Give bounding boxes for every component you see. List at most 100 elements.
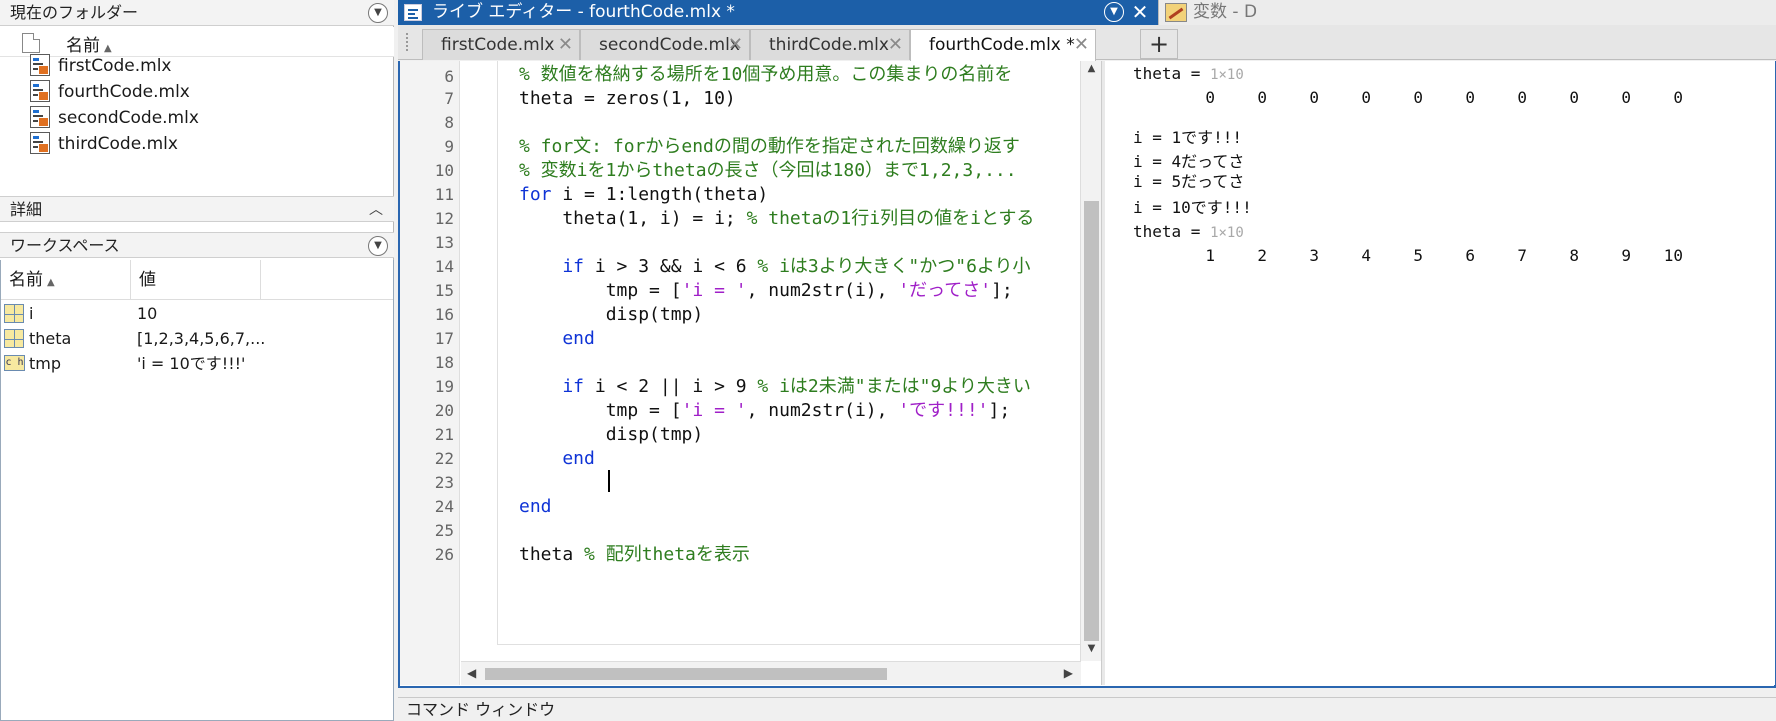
line-number: 21 — [434, 425, 454, 444]
file-item[interactable]: fourthCode.mlx — [30, 80, 190, 104]
command-window-title: コマンド ウィンドウ — [406, 700, 556, 719]
workspace-value-column[interactable]: 値 — [131, 260, 261, 300]
add-tab-button[interactable]: + — [1140, 29, 1178, 59]
code-line-15[interactable]: tmp = ['i = ', num2str(i), 'だってさ']; — [519, 277, 1013, 304]
scrollbar-thumb[interactable] — [1084, 201, 1099, 641]
file-item[interactable]: thirdCode.mlx — [30, 132, 178, 156]
tab-thirdcode[interactable]: thirdCode.mlx ✕ — [750, 29, 910, 60]
matrix-icon — [4, 304, 24, 323]
tab-fourthcode[interactable]: fourthCode.mlx * ✕ — [910, 29, 1096, 61]
sort-ascending-icon: ▲ — [47, 277, 55, 288]
close-tab-icon[interactable]: ✕ — [558, 30, 573, 60]
line-number: 9 — [444, 137, 454, 156]
window-actions-icon[interactable]: ▼ — [1104, 2, 1124, 22]
variables-title: 変数 - D — [1193, 2, 1258, 22]
live-editor-titlebar[interactable]: ライブ エディター - fourthCode.mlx * — [398, 0, 1158, 25]
code-line-20[interactable]: tmp = ['i = ', num2str(i), 'です!!!']; — [519, 397, 1011, 424]
workspace-row[interactable]: i 10 — [1, 301, 393, 326]
code-line-17[interactable]: end — [519, 325, 595, 352]
variable-name: theta — [29, 329, 72, 348]
workspace-row[interactable]: c h tmp 'i = 10です!!!' — [1, 351, 393, 376]
line-number: 24 — [434, 497, 454, 516]
live-editor-icon — [404, 4, 422, 21]
close-tab-icon[interactable]: ✕ — [888, 30, 903, 60]
live-script-icon — [30, 106, 50, 128]
code-line-6[interactable]: % 数値を格納する場所を10個予め用意。この集まりの名前を — [519, 61, 1012, 88]
scrollbar-thumb[interactable] — [485, 668, 887, 680]
code-line-14[interactable]: if i > 3 && i < 6 % iは3より大きく"かつ"6より小 — [519, 253, 1030, 280]
line-number: 23 — [434, 473, 454, 492]
command-window-header[interactable]: コマンド ウィンドウ — [398, 697, 1776, 721]
line-number: 13 — [434, 233, 454, 252]
sort-ascending-icon: ▲ — [104, 43, 112, 54]
workspace-column-header: 名前 ▲ 値 — [1, 260, 393, 300]
line-number: 8 — [444, 113, 454, 132]
details-title: 詳細 — [10, 200, 43, 219]
output-line: i = 1です!!! — [1133, 128, 1243, 147]
line-number: 19 — [434, 377, 454, 396]
live-script-icon — [30, 54, 50, 76]
code-line-11[interactable]: for i = 1:length(theta) — [519, 181, 768, 208]
panel-actions-icon[interactable]: ▼ — [368, 236, 388, 256]
line-number: 26 — [434, 545, 454, 564]
code-line-19[interactable]: if i < 2 || i > 9 % iは2未満"または"9より大きい — [519, 373, 1031, 400]
line-number-gutter: 6 7 8 9 10 11 12 13 14 15 16 17 18 19 20… — [400, 61, 460, 685]
code-line-21[interactable]: disp(tmp) — [519, 421, 704, 448]
output-theta-header: theta = 1×10 — [1133, 222, 1244, 241]
current-folder-title: 現在のフォルダー — [10, 3, 139, 22]
code-line-16[interactable]: disp(tmp) — [519, 301, 704, 328]
close-icon[interactable]: ✕ — [1130, 0, 1150, 25]
collapse-icon[interactable]: ︿ — [366, 197, 386, 223]
line-number: 16 — [434, 305, 454, 324]
code-line-24[interactable]: end — [519, 493, 552, 520]
tab-secondcode[interactable]: secondCode.mlx ✕ — [580, 29, 750, 60]
close-tab-icon[interactable]: ✕ — [1074, 30, 1089, 60]
line-number: 12 — [434, 209, 454, 228]
variable-name: i — [29, 304, 34, 323]
code-line-7[interactable]: theta = zeros(1, 10) — [519, 85, 736, 112]
output-pane: theta = 1×10 0000000000 i = 1です!!! i = 4… — [1105, 61, 1775, 685]
variables-titlebar[interactable]: 変数 - D — [1158, 0, 1776, 25]
code-line-10[interactable]: % 変数iを1からthetaの長さ（今回は180）まで1,2,3,... — [519, 157, 1017, 184]
scroll-left-icon[interactable]: ◀ — [467, 666, 476, 680]
scroll-down-icon[interactable]: ▼ — [1081, 643, 1102, 657]
live-script-icon — [30, 80, 50, 102]
panel-actions-icon[interactable]: ▼ — [368, 3, 388, 23]
workspace-name-column[interactable]: 名前 ▲ — [1, 260, 131, 300]
variable-value: 10 — [137, 304, 158, 323]
tab-firstcode[interactable]: firstCode.mlx ✕ — [422, 29, 580, 60]
line-number: 20 — [434, 401, 454, 420]
code-line-22[interactable]: end — [519, 445, 595, 472]
line-number: 25 — [434, 521, 454, 540]
char-icon: c h — [4, 355, 25, 371]
scroll-up-icon[interactable]: ▲ — [1081, 63, 1102, 77]
code-line-9[interactable]: % for文: forからendの間の動作を指定された回数繰り返す — [519, 133, 1020, 160]
line-number: 22 — [434, 449, 454, 468]
drag-handle-icon[interactable] — [406, 33, 410, 51]
output-line: i = 10です!!! — [1133, 198, 1252, 217]
line-number: 15 — [434, 281, 454, 300]
horizontal-scrollbar[interactable]: ◀ ▶ — [461, 661, 1081, 685]
details-header[interactable]: 詳細 ︿ — [0, 196, 394, 222]
output-line: i = 5だってさ — [1133, 172, 1245, 191]
scroll-right-icon[interactable]: ▶ — [1064, 666, 1073, 680]
file-type-column-icon[interactable] — [22, 33, 40, 53]
vertical-scrollbar[interactable]: ▲ ▼ — [1080, 61, 1101, 661]
line-number: 10 — [434, 161, 454, 180]
editor-body: 6 7 8 9 10 11 12 13 14 15 16 17 18 19 20… — [398, 61, 1776, 688]
folder-column-header: 名前 ▲ — [0, 27, 394, 57]
workspace-table: 名前 ▲ 値 i 10 theta [1,2,3,4,5,6,7,... c h … — [0, 260, 394, 721]
code-line-12[interactable]: theta(1, i) = i; % thetaの1行i列目の値をiとする — [519, 205, 1034, 232]
file-item[interactable]: secondCode.mlx — [30, 106, 199, 130]
close-tab-icon[interactable]: ✕ — [728, 30, 743, 60]
workspace-title: ワークスペース — [10, 236, 120, 255]
workspace-row[interactable]: theta [1,2,3,4,5,6,7,... — [1, 326, 393, 351]
file-item[interactable]: firstCode.mlx — [30, 54, 172, 78]
live-editor-title: ライブ エディター - fourthCode.mlx * — [432, 2, 735, 22]
code-line-26[interactable]: theta % 配列thetaを表示 — [519, 541, 750, 568]
line-number: 14 — [434, 257, 454, 276]
variable-value: 'i = 10です!!!' — [137, 354, 246, 373]
output-line: i = 4だってさ — [1133, 152, 1245, 171]
folder-name-column[interactable]: 名前 ▲ — [66, 31, 112, 56]
variable-name: tmp — [29, 354, 62, 373]
